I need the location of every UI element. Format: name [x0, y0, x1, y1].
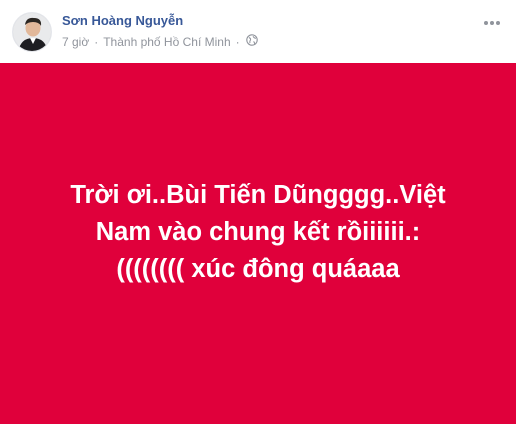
more-icon[interactable]	[482, 16, 502, 30]
post-footer-strip	[0, 424, 516, 434]
post-time[interactable]: 7 giờ	[62, 35, 89, 49]
post-header: Sơn Hoàng Nguyễn 7 giờ · Thành phố Hồ Ch…	[0, 0, 516, 64]
post-location[interactable]: Thành phố Hồ Chí Minh	[103, 35, 230, 49]
avatar[interactable]	[12, 12, 52, 52]
avatar-photo-icon	[13, 13, 51, 51]
status-text: Trời ơi..Bùi Tiến Dũngggg..Việt Nam vào …	[38, 177, 478, 288]
status-text-line: Nam vào chung kết rồiiiiii.:	[95, 218, 421, 246]
meta-separator-2: ·	[235, 34, 240, 49]
facebook-post: Sơn Hoàng Nguyễn 7 giờ · Thành phố Hồ Ch…	[0, 0, 516, 434]
meta-separator: ·	[94, 34, 99, 49]
author-name[interactable]: Sơn Hoàng Nguyễn	[62, 13, 183, 28]
status-text-line: Trời ơi..Bùi Tiến Dũngggg..Việt	[70, 181, 446, 209]
globe-icon[interactable]	[245, 34, 258, 49]
post-meta: 7 giờ · Thành phố Hồ Chí Minh ·	[62, 34, 258, 49]
status-banner: Trời ơi..Bùi Tiến Dũngggg..Việt Nam vào …	[0, 63, 516, 424]
status-text-line: (((((((( xúc đông quáaaa	[116, 255, 400, 283]
